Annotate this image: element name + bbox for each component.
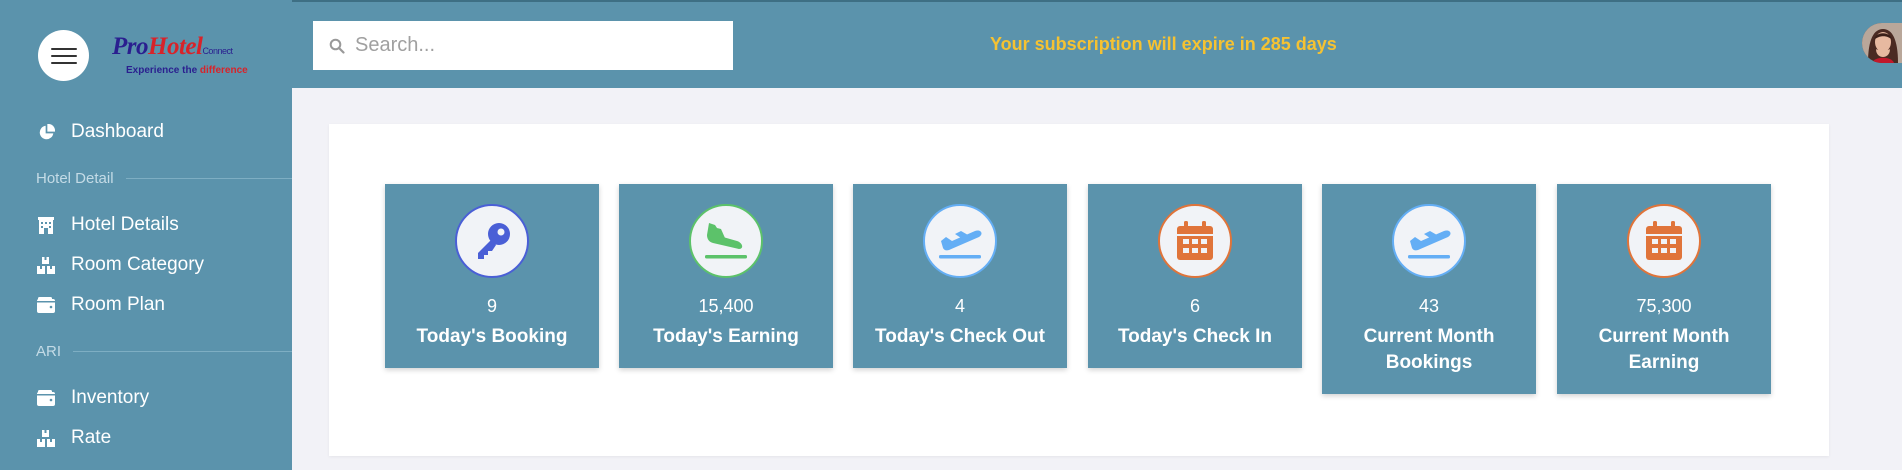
stat-label: Today's Earning [653, 326, 799, 347]
stat-icon-circle [455, 204, 529, 278]
boxes-icon [36, 428, 56, 448]
stat-label: Today's Booking [416, 326, 568, 347]
sidebar-item-label: Inventory [71, 387, 150, 408]
stat-value: 15,400 [698, 296, 754, 316]
user-avatar[interactable] [1862, 23, 1902, 63]
sidebar-item-room-category[interactable]: Room Category [0, 245, 292, 285]
key-icon [478, 223, 510, 259]
stat-label: Current Month Earning [1598, 326, 1730, 373]
sidebar-item-rate[interactable]: Rate [0, 418, 292, 458]
stat-icon-circle [923, 204, 997, 278]
stat-label: Today's Check Out [875, 326, 1045, 347]
wallet-icon [36, 295, 56, 315]
stat-card-current-month-earning[interactable]: 75,300 Current Month Earning [1557, 184, 1771, 394]
sidebar-item-label: Room Category [71, 254, 205, 275]
sidebar-section-ari: ARI [0, 325, 292, 378]
sidebar-nav: Dashboard Hotel Detail Hotel Details Roo… [0, 112, 292, 458]
stat-label: Today's Check In [1117, 326, 1273, 347]
plane-departure-icon [1408, 230, 1451, 259]
wallet-icon [36, 388, 56, 408]
stat-icon-circle [689, 204, 763, 278]
plane-landing-icon [705, 223, 747, 259]
sidebar-item-label: Rate [71, 427, 112, 448]
pie-chart-icon [36, 122, 56, 142]
sidebar-section-hotel-detail: Hotel Detail [0, 152, 292, 205]
stat-value: 43 [1418, 296, 1440, 316]
stat-value: 4 [954, 296, 965, 316]
stat-card-todays-check-out[interactable]: 4 Today's Check Out [853, 184, 1067, 368]
stat-label: Current Month Bookings [1363, 326, 1495, 373]
sidebar-item-hotel-details[interactable]: Hotel Details [0, 205, 292, 245]
stat-card-todays-booking[interactable]: 9 Today's Booking [385, 184, 599, 368]
sidebar-item-label: Hotel Details [71, 214, 179, 235]
calendar-icon [1177, 221, 1213, 260]
sidebar-item-inventory[interactable]: Inventory [0, 378, 292, 418]
stat-value: 75,300 [1636, 296, 1692, 316]
boxes-icon [36, 255, 56, 275]
menu-toggle-button[interactable] [38, 30, 89, 81]
subscription-notice: Your subscription will expire in 285 day… [990, 34, 1337, 54]
stat-card-current-month-bookings[interactable]: 43 Current Month Bookings [1322, 184, 1536, 394]
search-icon [329, 38, 345, 54]
sidebar-item-dashboard[interactable]: Dashboard [0, 112, 292, 152]
search-input[interactable] [355, 34, 725, 57]
hamburger-icon [50, 47, 77, 64]
stat-value: 6 [1189, 296, 1200, 316]
sidebar-item-label: Room Plan [71, 294, 165, 315]
building-icon [36, 215, 56, 235]
calendar-icon [1646, 221, 1682, 260]
stat-icon-circle [1392, 204, 1466, 278]
stat-icon-circle [1627, 204, 1701, 278]
sidebar-item-room-plan[interactable]: Room Plan [0, 285, 292, 325]
stat-card-todays-check-in[interactable]: 6 Today's Check In [1088, 184, 1302, 368]
sidebar-item-label: Dashboard [71, 121, 164, 142]
stat-card-todays-earning[interactable]: 15,400 Today's Earning [619, 184, 833, 368]
search-box[interactable] [313, 21, 733, 70]
sidebar: ProHotelConnect Experience the differenc… [0, 0, 292, 470]
plane-departure-icon [939, 230, 982, 259]
brand-logo[interactable]: ProHotelConnect Experience the differenc… [112, 34, 282, 78]
stat-icon-circle [1158, 204, 1232, 278]
stat-value: 9 [486, 296, 497, 316]
